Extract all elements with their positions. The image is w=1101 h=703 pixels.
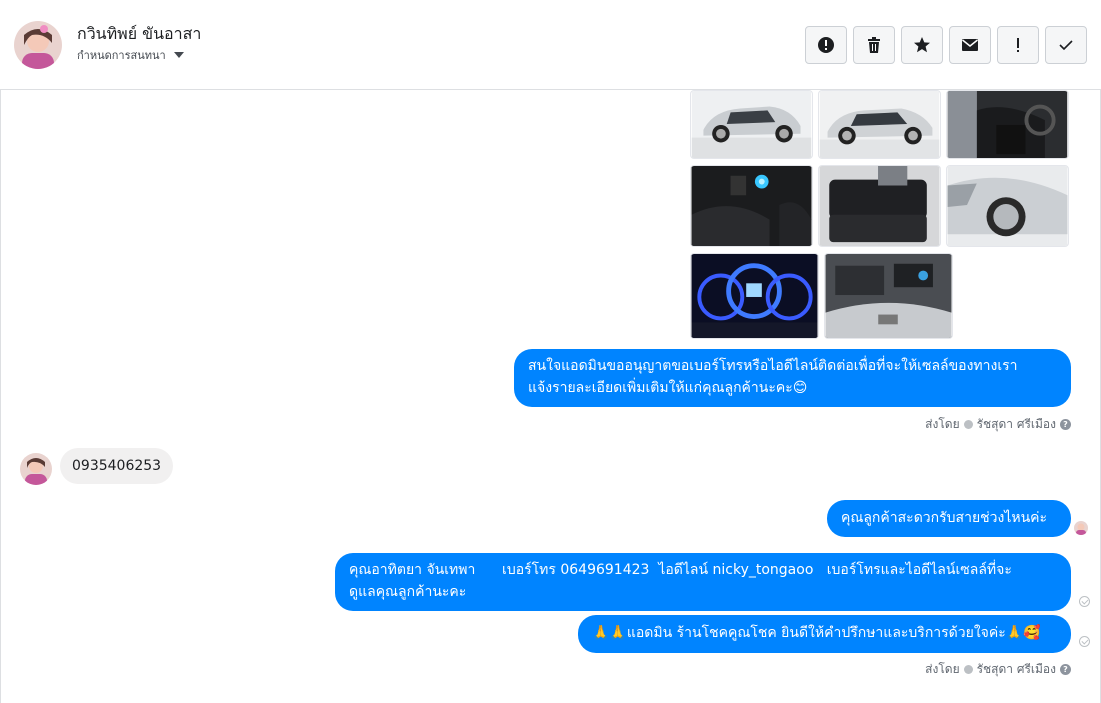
message-text-line2: แจ้งรายละเอียดเพิ่มเติมให้แก่คุณลูกค้านะ… — [528, 380, 808, 396]
sent-by-prefix: ส่งโดย — [925, 662, 960, 676]
car-photo-rear-seats[interactable] — [818, 165, 941, 247]
seen-avatar — [1074, 521, 1088, 535]
caret-down-icon — [173, 52, 184, 58]
customer-avatar[interactable] — [20, 453, 52, 485]
car-photo-exterior-side-1[interactable] — [690, 90, 813, 159]
delivered-check-icon — [1079, 596, 1090, 607]
sent-by-prefix: ส่งโดย — [925, 417, 960, 431]
message-text-line1: คุณอาทิตยา จันเทพา เบอร์โทร 0649691423 ไ… — [349, 562, 1012, 578]
sent-by-label-1: ส่งโดย รัชสุดา ศรีเมือง ? — [925, 415, 1071, 434]
sent-by-agent: รัชสุดา ศรีเมือง — [976, 662, 1056, 676]
envelope-icon — [962, 39, 978, 51]
message-text: 0935406253 — [72, 458, 162, 474]
outgoing-message-request-contact[interactable]: สนใจแอดมินขออนุญาตขอเบอร์โทรหรือไอดีไลน์… — [514, 349, 1071, 407]
help-icon[interactable]: ? — [1060, 419, 1071, 430]
mark-unread-button[interactable] — [949, 26, 991, 64]
message-text-line2: ดูแลคุณลูกค้านะคะ — [349, 584, 467, 600]
mark-done-button[interactable] — [1045, 26, 1087, 64]
assign-conversation-label: กำหนดการสนทนา — [77, 49, 166, 62]
message-text: 🙏🙏แอดมิน ร้านโชคคูณโชค ยินดีให้คำปรึกษาแ… — [592, 625, 1041, 641]
exclamation-icon — [1017, 38, 1019, 52]
contact-name: กวินทิพย์ ขันอาสา — [77, 24, 202, 43]
checkmark-icon — [1059, 40, 1073, 51]
delivered-check-icon — [1079, 636, 1090, 647]
car-photo-front-wheel[interactable] — [946, 165, 1069, 247]
delete-button[interactable] — [853, 26, 895, 64]
star-icon — [914, 37, 930, 53]
sent-by-label-2: ส่งโดย รัชสุดา ศรีเมือง ? — [925, 660, 1071, 679]
car-photo-exterior-side-2[interactable] — [818, 90, 941, 159]
star-button[interactable] — [901, 26, 943, 64]
message-text: คุณลูกค้าสะดวกรับสายช่วงไหนค่ะ — [841, 510, 1048, 526]
agent-status-icon — [963, 665, 973, 674]
outgoing-message-call-time[interactable]: คุณลูกค้าสะดวกรับสายช่วงไหนค่ะ — [827, 500, 1071, 537]
conversation-header: กวินทิพย์ ขันอาสา กำหนดการสนทนา — [0, 0, 1101, 90]
message-thread[interactable]: สนใจแอดมินขออนุญาตขอเบอร์โทรหรือไอดีไลน์… — [0, 90, 1101, 703]
incoming-message-phone[interactable]: 0935406253 — [60, 448, 174, 484]
car-photo-interior-front[interactable] — [946, 90, 1069, 159]
car-photo-dashboard-gauges[interactable] — [690, 253, 819, 339]
contact-avatar[interactable] — [14, 21, 62, 69]
message-text-line1: สนใจแอดมินขออนุญาตขอเบอร์โทรหรือไอดีไลน์… — [528, 358, 1018, 374]
important-button[interactable] — [997, 26, 1039, 64]
sent-by-agent: รัชสุดา ศรีเมือง — [976, 417, 1056, 431]
car-photo-gear-console[interactable] — [690, 165, 813, 247]
conversation-toolbar — [805, 26, 1087, 64]
alert-circle-icon — [818, 37, 834, 53]
assign-conversation-dropdown[interactable]: กำหนดการสนทนา — [77, 46, 184, 64]
outgoing-message-greeting[interactable]: 🙏🙏แอดมิน ร้านโชคคูณโชค ยินดีให้คำปรึกษาแ… — [578, 615, 1071, 653]
car-photo-engine-bay[interactable] — [824, 253, 953, 339]
trash-icon — [868, 37, 880, 53]
help-icon[interactable]: ? — [1060, 664, 1071, 675]
agent-status-icon — [963, 420, 973, 429]
report-spam-button[interactable] — [805, 26, 847, 64]
outgoing-message-sales-contact[interactable]: คุณอาทิตยา จันเทพา เบอร์โทร 0649691423 ไ… — [335, 553, 1071, 611]
